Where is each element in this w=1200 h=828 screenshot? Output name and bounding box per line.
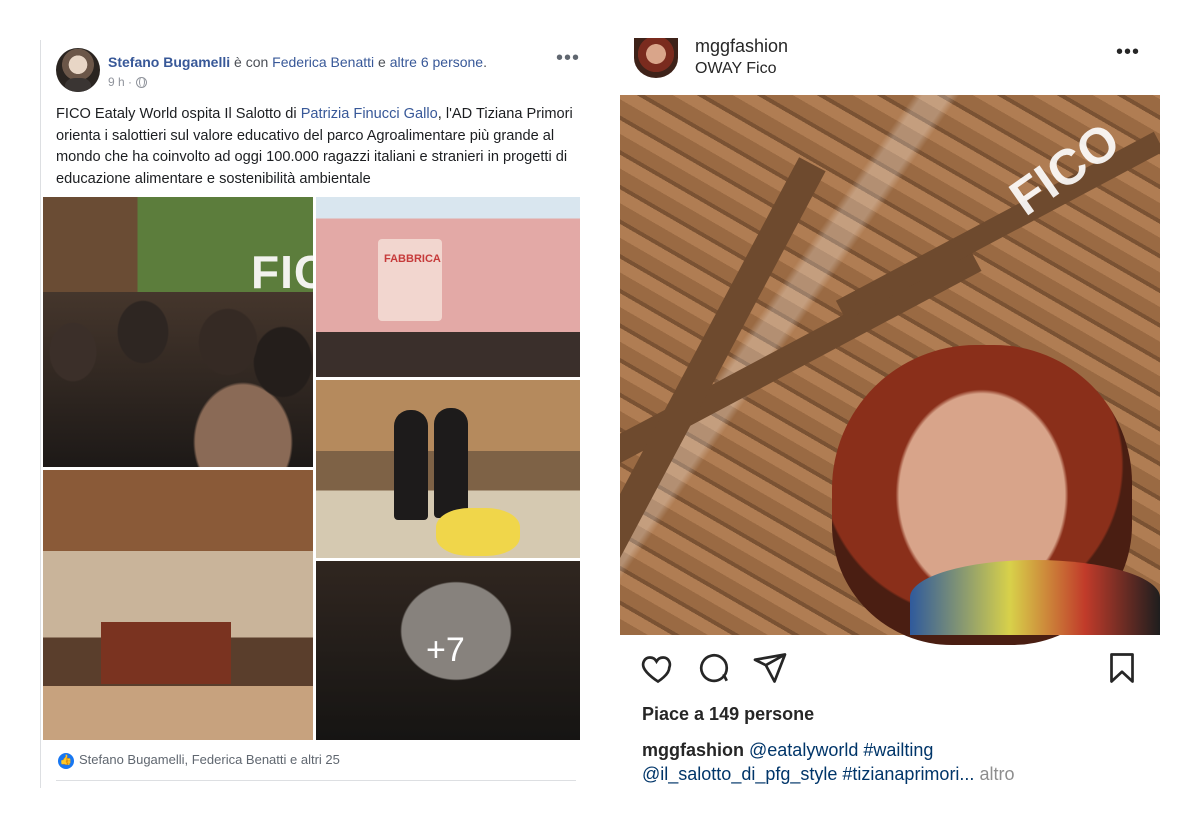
post-text: FICO Eataly World ospita Il Salotto di P… [56,104,576,190]
more-photos-count: +7 [426,631,465,669]
bookmark-icon[interactable] [1104,650,1140,686]
post-timestamp[interactable]: 9 h · [108,75,132,89]
caption-tags-line2[interactable]: @il_salotto_di_pfg_style #tizianaprimori… [642,764,974,784]
table-shape [101,622,231,684]
photo-more[interactable]: +7 [316,561,580,740]
instagram-caption: mggfashion @eatalyworld #wailting @il_sa… [642,738,1162,786]
instagram-actions [640,650,1140,690]
instagram-more-icon[interactable]: ••• [1116,42,1140,62]
others-link[interactable]: altre 6 persone [390,54,483,70]
heart-icon[interactable] [640,650,676,686]
post-header: Stefano Bugamelli è con Federica Benatti… [108,54,487,70]
fabbrica-sign-text: FABBRICA [384,253,441,265]
mention-link[interactable]: Patrizia Finucci Gallo [301,106,438,122]
instagram-avatar[interactable] [634,38,678,78]
crowd-shape [43,292,313,467]
author-avatar[interactable] [56,48,100,92]
person-shape [394,410,428,520]
photo-fabbrica[interactable]: FABBRICA [316,197,580,377]
fico-sign-text: FICO [251,246,313,298]
caption-more-link[interactable]: altro [979,764,1014,784]
likes-count[interactable]: Piace a 149 persone [642,704,814,725]
and-text: e [378,54,386,70]
globe-icon [136,76,148,88]
post-divider [56,780,576,781]
fabbrica-sign [378,239,442,321]
comment-icon[interactable] [696,650,732,686]
share-icon[interactable] [752,650,788,686]
tagged-person-link[interactable]: Federica Benatti [272,54,374,70]
reactions-text[interactable]: Stefano Bugamelli, Federica Benatti e al… [79,752,340,767]
like-reaction-icon: 👍 [58,753,74,769]
post-text-part1: FICO Eataly World ospita Il Salotto di [56,106,301,122]
with-text: è con [234,54,269,70]
photo-cheese-stand[interactable] [316,380,580,558]
author-name-link[interactable]: Stefano Bugamelli [108,54,230,70]
instagram-username[interactable]: mggfashion [695,36,788,56]
photo-wooden-hall[interactable] [43,470,313,740]
post-meta: 9 h · [108,75,148,89]
period-text: . [483,54,487,70]
more-options-icon[interactable]: ••• [556,48,580,68]
caption-username[interactable]: mggfashion [642,740,744,760]
photo-fico-entrance[interactable]: FICO [43,197,313,467]
person-shape [434,408,468,518]
cheese-shape [436,508,520,556]
instagram-location[interactable]: OWAY Fico [695,60,777,78]
caption-tags-line1[interactable]: @eatalyworld #wailting [749,740,933,760]
scarf-shape [910,560,1160,635]
